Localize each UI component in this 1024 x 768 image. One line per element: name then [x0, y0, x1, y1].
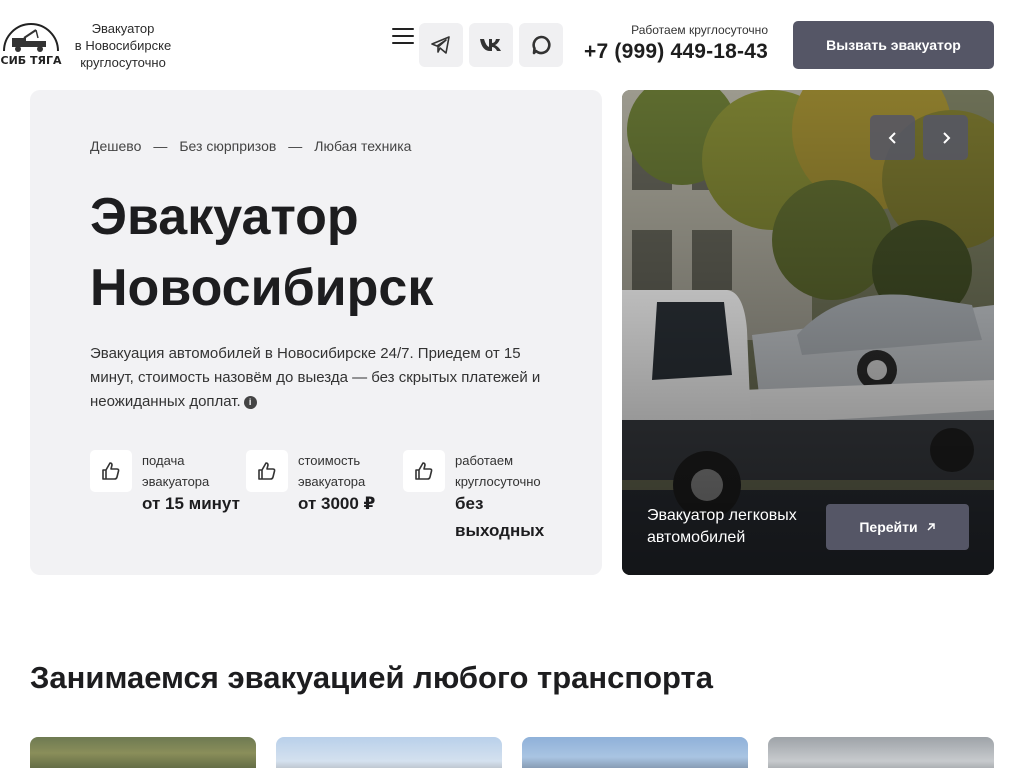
- breadcrumb-separator: —: [288, 138, 303, 154]
- service-card[interactable]: [522, 737, 748, 768]
- tagline-line: в Новосибирске: [74, 38, 172, 53]
- tagline: Эвакуатор в Новосибирске круглосуточно: [68, 20, 178, 71]
- service-card[interactable]: [768, 737, 994, 768]
- site-header: СИБ ТЯГА Эвакуатор в Новосибирске кругло…: [0, 0, 1024, 90]
- slide-caption: Эвакуатор легковых автомобилей: [647, 507, 797, 546]
- breadcrumb-separator: —: [153, 138, 168, 154]
- logo[interactable]: СИБ ТЯГА: [0, 19, 62, 67]
- vk-icon: [480, 39, 501, 51]
- menu-burger-icon[interactable]: [392, 28, 414, 46]
- arrow-up-right-icon: [927, 523, 935, 531]
- tow-truck-photo: [622, 90, 994, 575]
- call-tow-truck-button[interactable]: Вызвать эвакуатор: [793, 21, 994, 69]
- work-hours: Работаем круглосуточно: [631, 23, 768, 37]
- breadcrumb-item: Любая техника: [314, 138, 412, 154]
- hero-panel: Дешево — Без сюрпризов — Любая техника Эваку…: [30, 90, 602, 575]
- page-title-line: Новосибирск: [90, 259, 434, 317]
- breadcrumb-item: Дешево: [90, 138, 142, 154]
- page-title: Эвакуатор Новосибирск: [90, 182, 570, 324]
- service-card[interactable]: [30, 737, 256, 768]
- slide-go-label: Перейти: [859, 519, 918, 535]
- chevron-left-icon: [888, 131, 896, 144]
- breadcrumb-item: Без сюрпризов: [179, 138, 277, 154]
- telegram-icon: [431, 36, 450, 54]
- tagline-line: Эвакуатор: [91, 21, 155, 36]
- section-title: Занимаемся эвакуацией любого транспорта: [30, 660, 713, 695]
- service-card[interactable]: [276, 737, 502, 768]
- slider-prev-button[interactable]: [870, 115, 915, 160]
- logo-text: СИБ ТЯГА: [1, 54, 62, 67]
- tow-truck-logo-icon: СИБ ТЯГА: [1, 23, 62, 67]
- hero-slider: Эвакуатор легковых автомобилей Перейти: [622, 90, 994, 575]
- hero-description-text: Эвакуация автомобилей в Новосибирске 24/…: [90, 345, 541, 410]
- info-icon[interactable]: i: [243, 395, 257, 409]
- slide-go-button[interactable]: Перейти: [826, 504, 969, 550]
- slider-next-button[interactable]: [923, 115, 968, 160]
- vk-button[interactable]: [469, 23, 513, 67]
- thumbs-up-icon: [403, 450, 445, 492]
- feature-value: от 15 минут: [142, 494, 240, 513]
- page-title-line: Эвакуатор: [90, 188, 359, 246]
- feature-label: работаем круглосуточно: [455, 453, 541, 489]
- telegram-button[interactable]: [419, 23, 463, 67]
- chevron-right-icon: [942, 131, 950, 144]
- feature-value: от 3000 ₽: [298, 494, 376, 513]
- thumbs-up-icon: [246, 450, 288, 492]
- phone-link[interactable]: +7 (999) 449-18-43: [560, 40, 768, 64]
- feature-label: стоимость эвакуатора: [298, 453, 366, 489]
- tagline-line: круглосуточно: [80, 55, 166, 70]
- breadcrumb: Дешево — Без сюрпризов — Любая техника: [90, 138, 411, 154]
- feature-value: без выходных: [455, 494, 545, 540]
- max-messenger-icon: [532, 35, 551, 55]
- hero-description: Эвакуация автомобилей в Новосибирске 24/…: [90, 342, 568, 414]
- feature-label: подача эвакуатора: [142, 453, 210, 489]
- thumbs-up-icon: [90, 450, 132, 492]
- max-messenger-button[interactable]: [519, 23, 563, 67]
